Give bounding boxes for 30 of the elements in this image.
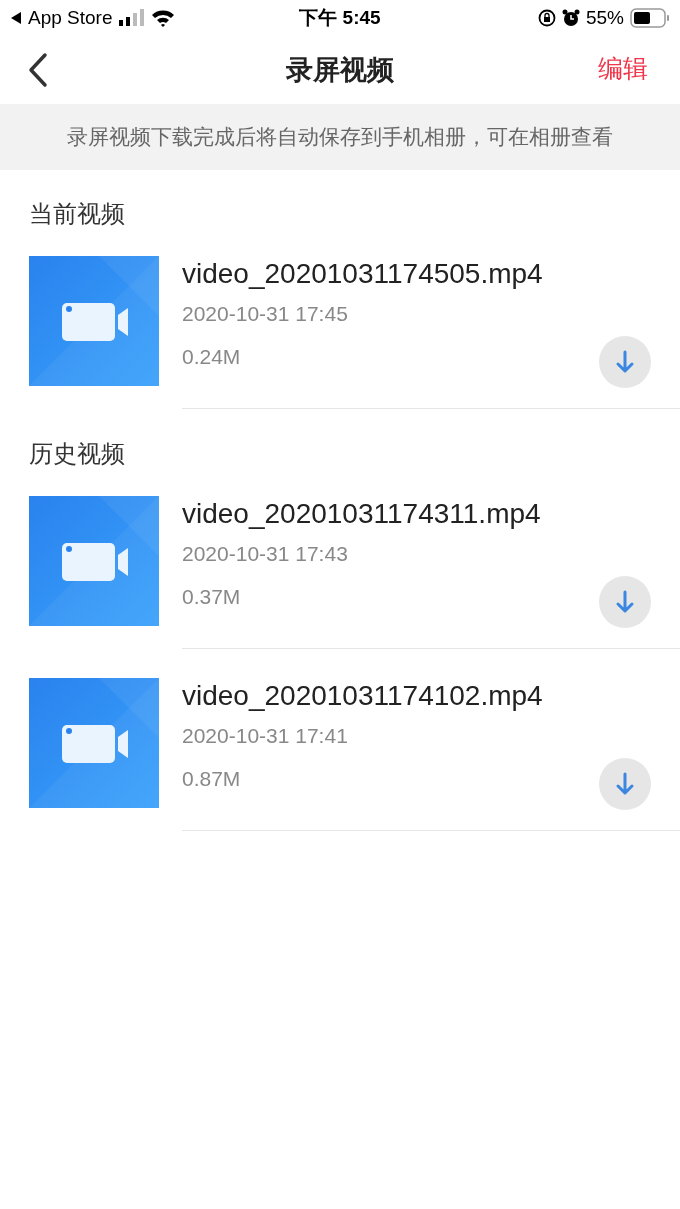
video-date: 2020-10-31 17:41 xyxy=(182,724,349,748)
page-title: 录屏视频 xyxy=(286,54,394,87)
back-triangle-icon xyxy=(10,12,22,24)
download-button[interactable] xyxy=(599,336,651,388)
video-date: 2020-10-31 17:45 xyxy=(182,302,349,326)
alarm-icon xyxy=(561,9,580,27)
section-header: 当前视频 xyxy=(28,199,126,228)
clock: 下午 5:45 xyxy=(299,6,381,30)
notice-banner: 录屏视频下载完成后将自动保存到手机相册，可在相册查看 xyxy=(0,104,680,170)
video-filename: video_20201031174311.mp4 xyxy=(182,498,542,530)
video-date: 2020-10-31 17:43 xyxy=(182,542,349,566)
section-header: 历史视频 xyxy=(28,439,126,468)
video-thumbnail[interactable] xyxy=(29,256,159,386)
video-thumbnail[interactable] xyxy=(29,678,159,808)
battery-percent: 55% xyxy=(585,7,624,29)
video-filename: video_20201031174505.mp4 xyxy=(182,258,544,290)
signal-icon xyxy=(118,9,145,27)
video-size: 0.37M xyxy=(182,585,242,609)
back-app-label[interactable]: App Store xyxy=(28,7,113,29)
back-icon[interactable] xyxy=(27,52,49,88)
battery-icon xyxy=(630,8,670,28)
video-filename: video_20201031174102.mp4 xyxy=(182,680,544,712)
rotation-lock-icon xyxy=(537,9,556,27)
download-button[interactable] xyxy=(599,758,651,810)
video-size: 0.87M xyxy=(182,767,242,791)
download-button[interactable] xyxy=(599,576,651,628)
video-thumbnail[interactable] xyxy=(29,496,159,626)
video-size: 0.24M xyxy=(182,345,242,369)
edit-button[interactable]: 编辑 xyxy=(598,52,648,85)
wifi-icon xyxy=(150,9,175,27)
